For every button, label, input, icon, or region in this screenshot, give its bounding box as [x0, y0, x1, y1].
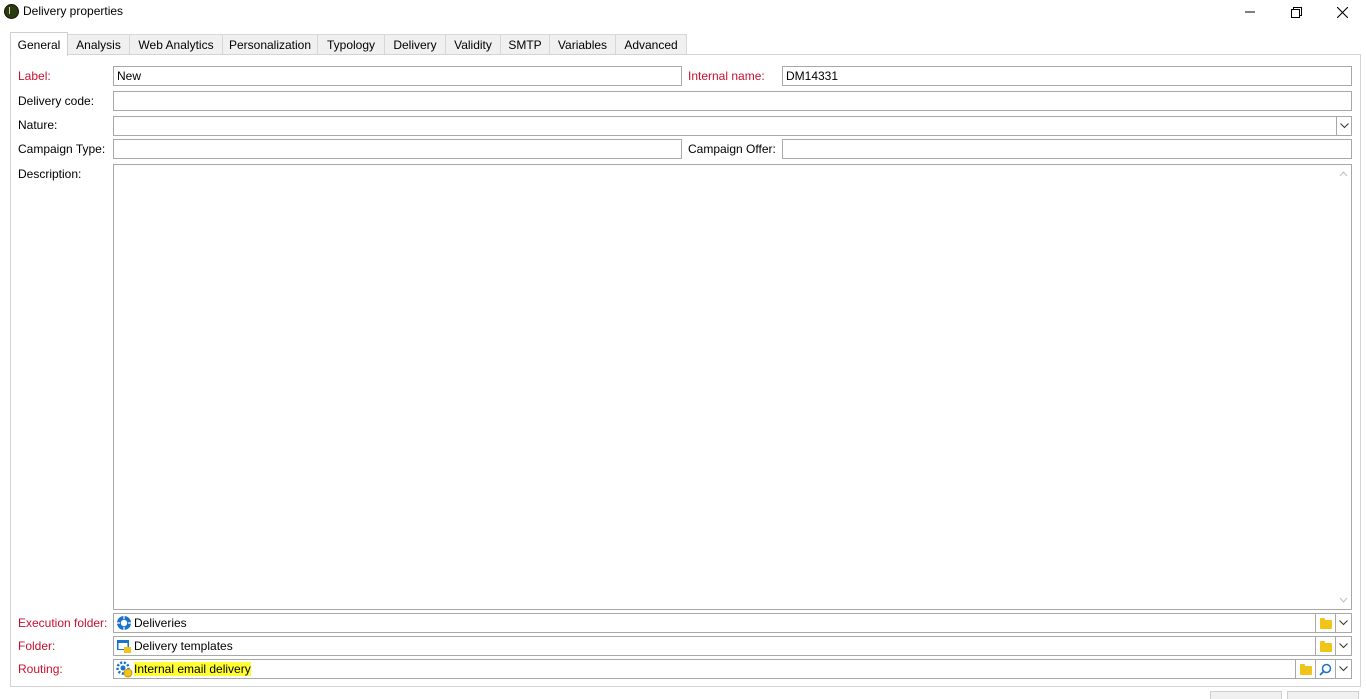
nature-label: Nature: [18, 118, 58, 132]
campaign-type-label: Campaign Type: [18, 142, 106, 156]
campaign-offer-input[interactable] [782, 139, 1352, 159]
folder-browse-button[interactable] [1315, 636, 1336, 656]
restore-button[interactable] [1273, 0, 1319, 24]
tab-analysis[interactable]: Analysis [67, 34, 130, 55]
adobe-campaign-icon [4, 4, 19, 19]
close-button[interactable] [1319, 0, 1365, 24]
execution-folder-input[interactable]: Deliveries [113, 613, 1316, 633]
routing-value: Internal email delivery [134, 662, 251, 676]
folder-icon [1320, 618, 1332, 629]
routing-gear-icon [116, 661, 133, 678]
routing-browse-button[interactable] [1295, 659, 1316, 679]
tab-typology[interactable]: Typology [317, 34, 385, 55]
internal-name-label: Internal name: [688, 69, 765, 83]
tab-delivery[interactable]: Delivery [384, 34, 446, 55]
minimize-icon [1245, 11, 1255, 13]
routing-search-button[interactable] [1315, 659, 1336, 679]
description-textarea[interactable] [113, 164, 1352, 610]
title-bar: Delivery properties [0, 0, 1366, 24]
tab-advanced[interactable]: Advanced [615, 34, 687, 55]
tab-web-analytics[interactable]: Web Analytics [129, 34, 223, 55]
routing-dropdown-button[interactable] [1335, 659, 1352, 679]
folder-label: Folder: [18, 639, 56, 653]
tab-validity[interactable]: Validity [445, 34, 501, 55]
scroll-down-icon [1339, 597, 1348, 603]
minimize-button[interactable] [1227, 0, 1273, 24]
tab-personalization[interactable]: Personalization [222, 34, 318, 55]
chevron-down-icon [1339, 643, 1348, 649]
label-field-label: Label: [18, 69, 51, 83]
execution-folder-value: Deliveries [134, 616, 187, 630]
folder-value: Delivery templates [134, 639, 233, 653]
cancel-button[interactable] [1287, 691, 1359, 699]
nature-dropdown-button[interactable] [1336, 116, 1352, 136]
routing-label: Routing: [18, 662, 63, 676]
label-input[interactable]: New [113, 66, 682, 86]
scroll-up-icon [1339, 171, 1348, 177]
folder-icon [1320, 641, 1332, 652]
campaign-offer-label: Campaign Offer: [688, 142, 776, 156]
tab-variables[interactable]: Variables [549, 34, 616, 55]
ok-button[interactable] [1210, 691, 1282, 699]
close-icon [1336, 6, 1348, 18]
deliveries-folder-icon [117, 616, 131, 630]
description-scrollbar[interactable] [1336, 165, 1351, 609]
internal-name-input[interactable]: DM14331 [782, 66, 1352, 86]
delivery-code-label: Delivery code: [18, 94, 95, 108]
chevron-down-icon [1339, 666, 1348, 672]
folder-input[interactable]: Delivery templates [113, 636, 1316, 656]
execution-folder-browse-button[interactable] [1315, 613, 1336, 633]
nature-select[interactable] [113, 116, 1337, 136]
folder-dropdown-button[interactable] [1335, 636, 1352, 656]
tab-smtp[interactable]: SMTP [500, 34, 550, 55]
delivery-code-input[interactable] [113, 91, 1352, 111]
chevron-down-icon [1339, 620, 1348, 626]
search-icon [1319, 663, 1332, 676]
tab-general[interactable]: General [10, 32, 68, 56]
campaign-type-input[interactable] [113, 139, 682, 159]
folder-icon [1300, 664, 1312, 675]
chevron-down-icon [1339, 123, 1349, 129]
routing-input[interactable]: Internal email delivery [113, 659, 1296, 679]
restore-icon [1290, 6, 1302, 18]
execution-folder-label: Execution folder: [18, 616, 108, 630]
delivery-templates-folder-icon [117, 640, 131, 653]
description-label: Description: [18, 167, 82, 181]
execution-folder-dropdown-button[interactable] [1335, 613, 1352, 633]
window-title: Delivery properties [23, 4, 124, 18]
